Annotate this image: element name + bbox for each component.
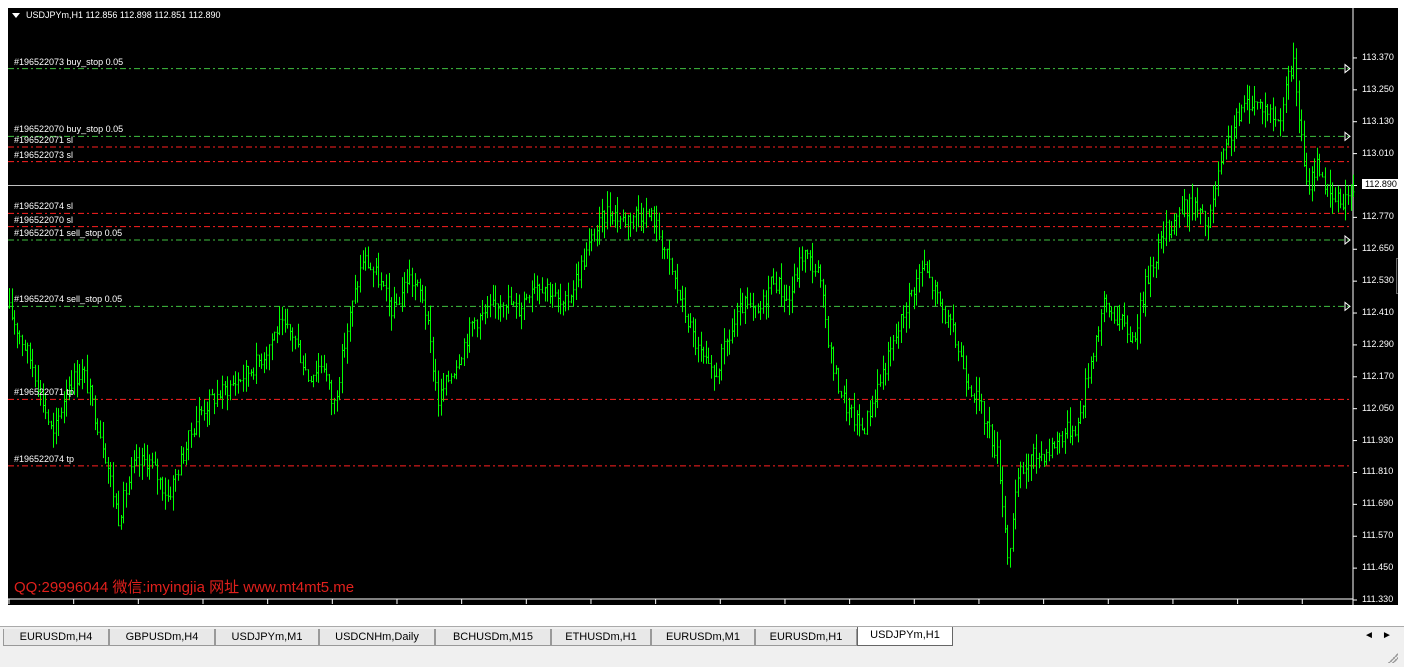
price-tick-label: 113.370 — [1362, 51, 1394, 62]
price-tick-label: 111.570 — [1362, 530, 1394, 541]
chart-canvas[interactable]: USDJPYm,H1 112.856 112.898 112.851 112.8… — [8, 8, 1398, 605]
order-label[interactable]: #196522071 sell_stop 0.05 — [14, 228, 122, 238]
price-tick-label: 113.250 — [1362, 83, 1394, 94]
price-tick-label: 111.810 — [1362, 466, 1394, 477]
chart-tab-bar: EURUSDm,H4 GBPUSDm,H4 USDJPYm,M1 USDCNHm,Da… — [0, 626, 1404, 648]
order-label[interactable]: #196522074 sell_stop 0.05 — [14, 294, 122, 304]
price-tick-label: 111.930 — [1362, 434, 1394, 445]
chart-tab[interactable]: EURUSDm,M1 — [651, 629, 755, 646]
resize-grip-icon[interactable] — [1388, 653, 1398, 663]
watermark-text: QQ:29996044 微信:imyingjia 网址 www.mt4mt5.m… — [14, 579, 355, 596]
price-tick-label: 111.450 — [1362, 562, 1394, 573]
order-label[interactable]: #196522070 buy_stop 0.05 — [14, 124, 123, 134]
order-label[interactable]: #196522074 sl — [14, 201, 73, 211]
price-tick-label: 112.770 — [1362, 211, 1394, 222]
chart-tab[interactable]: EURUSDm,H4 — [3, 629, 109, 646]
price-tick-label: 111.330 — [1362, 594, 1394, 604]
price-tick-label: 112.410 — [1362, 307, 1394, 318]
chart-tab[interactable]: GBPUSDm,H4 — [109, 629, 215, 646]
chart-scroll-handle[interactable] — [1396, 258, 1398, 294]
chart-tab[interactable]: EURUSDm,H1 — [755, 629, 857, 646]
price-tick-label: 112.050 — [1362, 402, 1394, 413]
price-tick-label: 111.690 — [1362, 498, 1394, 509]
status-bar — [0, 647, 1404, 667]
price-tick-label: 112.170 — [1362, 370, 1394, 381]
price-tick-label: 112.290 — [1362, 338, 1394, 349]
chart-window: USDJPYm,H1 112.856 112.898 112.851 112.8… — [0, 0, 1404, 626]
chart-tab[interactable]: USDJPYm,M1 — [215, 629, 319, 646]
symbol-quote: USDJPYm,H1 112.856 112.898 112.851 112.8… — [26, 10, 221, 20]
order-label[interactable]: #196522071 sl — [14, 135, 73, 145]
order-label[interactable]: #196522071 tp — [14, 387, 74, 397]
price-tick-label: 112.650 — [1362, 243, 1394, 254]
order-label[interactable]: #196522070 sl — [14, 215, 73, 225]
tab-scroll-left-icon[interactable]: ◄ — [1362, 630, 1376, 641]
order-label[interactable]: #196522073 buy_stop 0.05 — [14, 57, 123, 67]
dropdown-triangle-icon[interactable] — [12, 13, 20, 19]
price-tick-label: 113.010 — [1362, 147, 1394, 158]
chart-tab[interactable]: USDCNHm,Daily — [319, 629, 435, 646]
tab-scroll-right-icon[interactable]: ► — [1380, 630, 1394, 641]
price-tick-label: 112.530 — [1362, 275, 1394, 286]
candlestick-series — [8, 42, 1355, 568]
order-label[interactable]: #196522074 tp — [14, 454, 74, 464]
current-price-badge: 112.890 — [1362, 179, 1398, 190]
chart-tab[interactable]: ETHUSDm,H1 — [551, 629, 651, 646]
chart-tab[interactable]: BCHUSDm,M15 — [435, 629, 551, 646]
order-label[interactable]: #196522073 sl — [14, 150, 73, 160]
price-chart[interactable] — [8, 8, 1398, 605]
price-tick-label: 113.130 — [1362, 115, 1394, 126]
symbol-header: USDJPYm,H1 112.856 112.898 112.851 112.8… — [12, 10, 220, 20]
chart-tab[interactable]: USDJPYm,H1 — [857, 627, 953, 646]
